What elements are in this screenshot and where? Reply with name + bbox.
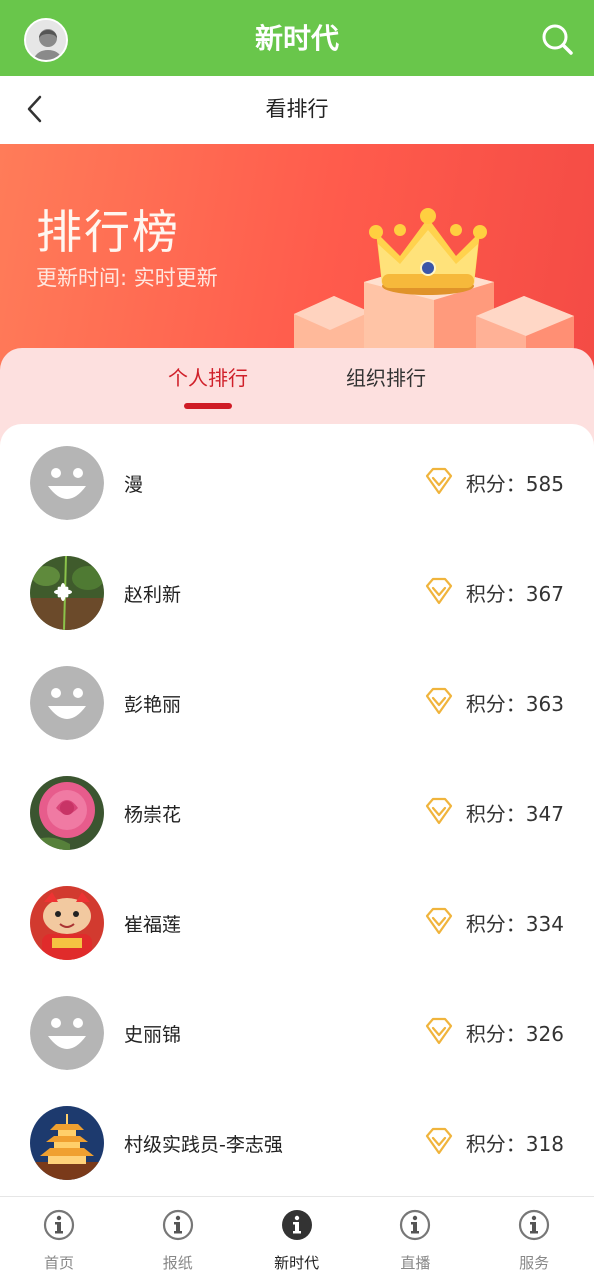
default-avatar-icon xyxy=(30,446,104,520)
diamond-icon xyxy=(424,466,454,496)
nav-item[interactable]: 报纸 xyxy=(119,1197,237,1280)
banner-subtitle: 更新时间: 实时更新 xyxy=(36,266,218,290)
app-title: 新时代 xyxy=(254,22,339,55)
user-avatar xyxy=(30,1106,104,1180)
ranking-score: 积分：326 xyxy=(465,1022,564,1046)
ranking-score: 积分：585 xyxy=(465,472,564,496)
ranking-row[interactable]: 崔福莲 积分：334 xyxy=(0,866,594,976)
ranking-name: 彭艳丽 xyxy=(124,694,182,716)
tab-organization-ranking[interactable]: 组织排行 xyxy=(326,362,446,402)
default-avatar-icon xyxy=(30,996,104,1070)
search-icon[interactable] xyxy=(540,22,574,56)
ranking-row[interactable]: 漫 积分：585 xyxy=(0,426,594,536)
info-icon xyxy=(281,1209,313,1241)
ranking-row[interactable]: 史丽锦 积分：326 xyxy=(0,976,594,1086)
default-avatar-icon xyxy=(30,666,104,740)
nav-item-label: 首页 xyxy=(43,1254,74,1272)
ranking-name: 村级实践员-李志强 xyxy=(124,1134,283,1156)
nav-item-label: 报纸 xyxy=(162,1254,193,1272)
ranking-score: 积分：347 xyxy=(465,802,564,826)
ranking-row[interactable]: 赵利新 积分：367 xyxy=(0,536,594,646)
user-avatar xyxy=(30,886,104,960)
sub-header: 看排行 xyxy=(0,76,594,144)
active-tab-indicator xyxy=(184,403,232,409)
ranking-row[interactable]: 杨崇花 积分：347 xyxy=(0,756,594,866)
ranking-name: 赵利新 xyxy=(124,584,182,606)
info-icon xyxy=(399,1209,431,1241)
ranking-score: 积分：334 xyxy=(465,912,564,936)
ranking-row[interactable]: 村级实践员-李志强 积分：318 xyxy=(0,1086,594,1196)
nav-item[interactable]: 服务 xyxy=(475,1197,593,1280)
user-avatar xyxy=(30,556,104,630)
bottom-nav: 首页 报纸 新时代 直播 服务 xyxy=(0,1196,594,1280)
nav-item[interactable]: 直播 xyxy=(356,1197,474,1280)
nav-item[interactable]: 首页 xyxy=(0,1197,118,1280)
diamond-icon xyxy=(424,576,454,606)
nav-item-label: 新时代 xyxy=(274,1254,320,1272)
ranking-name: 史丽锦 xyxy=(124,1024,182,1046)
diamond-icon xyxy=(424,1126,454,1156)
nav-item-label: 直播 xyxy=(400,1254,431,1272)
banner-title: 排行榜 xyxy=(36,205,180,259)
diamond-icon xyxy=(424,686,454,716)
ranking-banner: 排行榜 更新时间: 实时更新 xyxy=(0,144,594,374)
tab-personal-ranking[interactable]: 个人排行 xyxy=(148,362,268,402)
ranking-row[interactable]: 彭艳丽 积分：363 xyxy=(0,646,594,756)
info-icon xyxy=(43,1209,75,1241)
page-title: 看排行 xyxy=(265,97,329,121)
ranking-name: 漫 xyxy=(124,474,144,496)
ranking-name: 杨崇花 xyxy=(124,804,182,826)
app-bar: 新时代 xyxy=(0,0,594,76)
ranking-list: 漫积分：585 赵利新 积分：367 彭艳丽 积分：363 杨崇花 积分：347 崔福莲 积分：… xyxy=(0,424,594,1196)
diamond-icon xyxy=(424,1016,454,1046)
nav-item[interactable]: 新时代 xyxy=(238,1197,356,1280)
info-icon xyxy=(518,1209,550,1241)
ranking-score: 积分：318 xyxy=(465,1132,564,1156)
ranking-name: 崔福莲 xyxy=(124,914,182,936)
info-icon xyxy=(162,1209,194,1241)
ranking-score: 积分：367 xyxy=(465,582,564,606)
ranking-score: 积分：363 xyxy=(465,692,564,716)
diamond-icon xyxy=(424,906,454,936)
user-avatar xyxy=(30,776,104,850)
diamond-icon xyxy=(424,796,454,826)
nav-item-label: 服务 xyxy=(519,1254,550,1272)
